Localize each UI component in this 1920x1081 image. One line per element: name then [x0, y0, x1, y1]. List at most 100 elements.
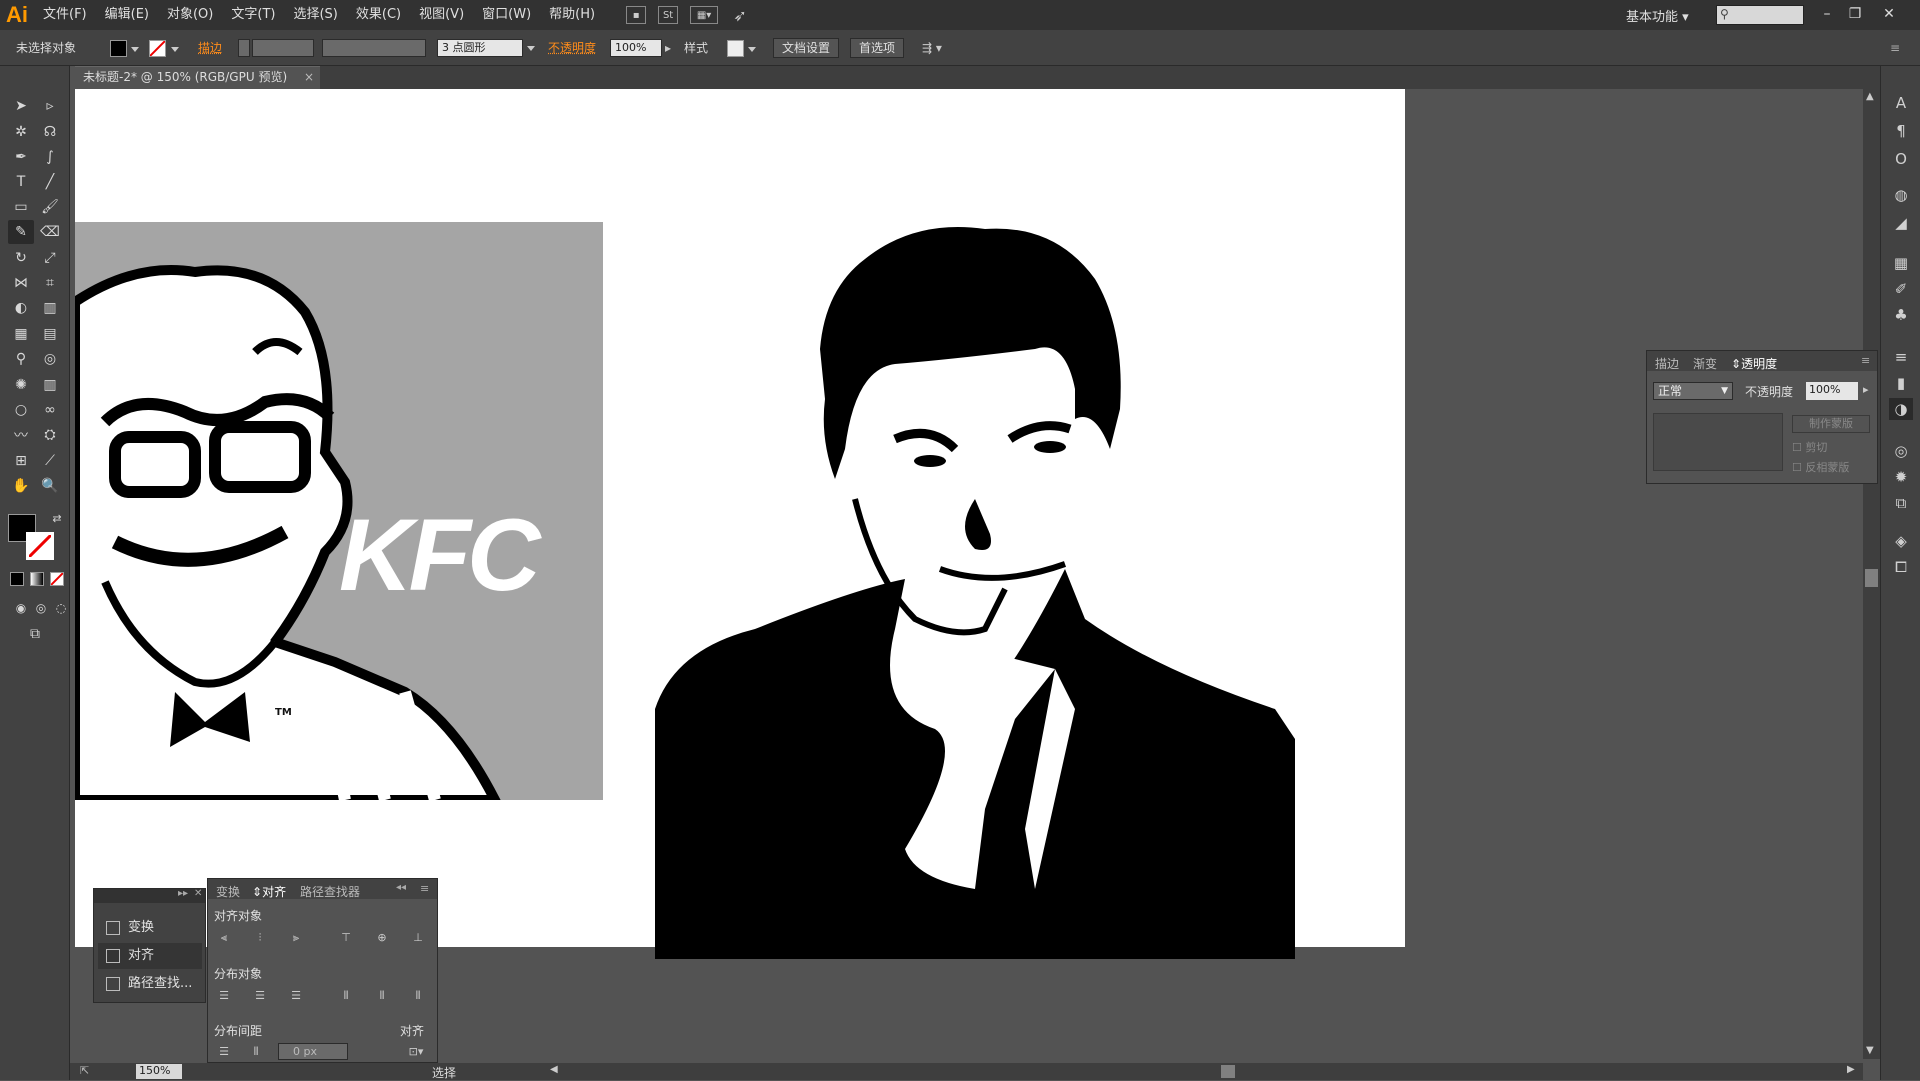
tab-transparency[interactable]: ⇕透明度 [1731, 355, 1777, 372]
zoom-level-input[interactable]: 150% [136, 1064, 182, 1079]
portrait-silhouette[interactable] [655, 149, 1375, 959]
menu-effect[interactable]: 效果(C) [347, 0, 410, 30]
workspace-switcher[interactable]: 基本功能 ▾ [1626, 6, 1689, 25]
transparency-panel-icon[interactable]: ◑ [1889, 398, 1913, 420]
document-setup-button[interactable]: 文档设置 [773, 38, 839, 58]
type-tool-icon[interactable]: T [8, 170, 34, 194]
draw-inside-icon[interactable]: ◌ [48, 596, 74, 620]
menu-window[interactable]: 窗口(W) [473, 0, 540, 30]
symbols-icon[interactable]: ♣ [1889, 304, 1913, 326]
stroke-label[interactable]: 描边 [198, 39, 222, 57]
paintbrush-tool-icon[interactable]: 🖌 [37, 195, 63, 219]
graphic-style-swatch[interactable] [727, 40, 744, 57]
arrange-documents-icon[interactable]: ▦▾ [690, 6, 718, 24]
vertical-scrollbar[interactable]: ▲ ▼ [1863, 89, 1880, 1059]
align-horizontal-center-icon[interactable]: ⫶ [252, 931, 268, 945]
collapse-panel-icon[interactable]: ◂◂ [396, 882, 406, 893]
blend-mode-select[interactable]: 正常 ▼ [1653, 382, 1733, 400]
stroke-color-swatch[interactable] [26, 532, 54, 560]
gradient-tool-icon[interactable]: ▤ [37, 322, 63, 346]
tab-stroke[interactable]: 描边 [1655, 355, 1679, 372]
menu-edit[interactable]: 编辑(E) [96, 0, 158, 30]
character-icon[interactable]: A [1889, 92, 1913, 114]
color-icon[interactable]: ◢ [1889, 212, 1913, 234]
artboards-icon[interactable]: ⧠ [1889, 556, 1913, 578]
pencil-tool-icon[interactable]: ✎ [8, 220, 34, 244]
arrange-icon[interactable]: ⇶ ▾ [922, 39, 942, 57]
scale-tool-icon[interactable]: ⤢ [37, 246, 63, 270]
transparency-opacity-input[interactable]: 100% [1806, 382, 1858, 400]
stroke-swatch[interactable] [149, 40, 166, 57]
vertical-distribute-space-icon[interactable]: ☰ [216, 1045, 232, 1059]
align-to-selection-icon[interactable]: ⊡▾ [404, 1045, 428, 1059]
scroll-thumb-horizontal[interactable] [1221, 1065, 1235, 1078]
distribute-bottom-icon[interactable]: ☰ [288, 989, 304, 1003]
invert-mask-checkbox[interactable]: ☐ 反相蒙版 [1792, 459, 1849, 475]
live-paint-tool-icon[interactable]: ⛭ [37, 423, 63, 447]
chevron-down-icon[interactable] [748, 47, 756, 52]
clip-checkbox[interactable]: ☐ 剪切 [1792, 439, 1827, 455]
paragraph-icon[interactable]: ¶ [1889, 120, 1913, 142]
tab-transform[interactable]: 变换 [216, 883, 240, 900]
zoom-tool-icon[interactable]: 🔍 [37, 474, 63, 498]
distribute-right-icon[interactable]: ⦀ [410, 989, 426, 1003]
free-transform-tool-icon[interactable]: ⌗ [37, 271, 63, 295]
close-tab-icon[interactable]: × [304, 67, 314, 88]
swatches-icon[interactable]: ▦ [1889, 252, 1913, 274]
stroke-weight-stepper[interactable] [238, 39, 250, 57]
rotate-tool-icon[interactable]: ↻ [8, 246, 34, 270]
pen-tool-icon[interactable]: ✒ [8, 145, 34, 169]
gpu-performance-icon[interactable]: ➶ [730, 6, 750, 24]
opacity-label[interactable]: 不透明度 [548, 39, 596, 57]
stroke-panel-icon[interactable]: ≡ [1889, 346, 1913, 368]
distribute-top-icon[interactable]: ☰ [216, 989, 232, 1003]
menu-view[interactable]: 视图(V) [410, 0, 473, 30]
symbol-sprayer-tool-icon[interactable]: ✺ [8, 373, 34, 397]
graphic-styles-icon[interactable]: ✹ [1889, 466, 1913, 488]
shape-builder-tool-icon[interactable]: ◐ [8, 296, 34, 320]
align-left-icon[interactable]: ⫷ [216, 931, 232, 945]
help-search-input[interactable]: ⚲ [1716, 5, 1804, 25]
appearance-icon[interactable]: ◎ [1889, 440, 1913, 462]
tab-gradient[interactable]: 渐变 [1693, 355, 1717, 372]
line-tool-icon[interactable]: ╱ [37, 170, 63, 194]
spacing-input[interactable]: 0 px [278, 1043, 348, 1060]
panel-menu-icon[interactable]: ≡ [1861, 354, 1870, 367]
mesh-tool-icon[interactable]: ▦ [8, 322, 34, 346]
lasso-tool-icon[interactable]: ☊ [37, 120, 63, 144]
align-top-icon[interactable]: ⊤ [338, 931, 354, 945]
panel-menu-icon[interactable]: ≡ [420, 882, 429, 895]
opacity-arrow-icon[interactable]: ▸ [1863, 383, 1869, 396]
selection-tool-icon[interactable]: ➤ [8, 94, 34, 118]
none-mode-icon[interactable] [50, 572, 64, 586]
hand-tool-icon[interactable]: ✋ [8, 474, 34, 498]
swap-colors-icon[interactable]: ⇄ [44, 506, 70, 530]
tab-pathfinder[interactable]: 路径查找器 [300, 883, 360, 900]
stock-icon[interactable]: St [658, 6, 678, 24]
chevron-down-icon[interactable] [131, 47, 139, 52]
scroll-down-icon[interactable]: ▼ [1866, 1045, 1874, 1056]
expand-panel-icon[interactable]: ▸▸ [178, 888, 188, 899]
menu-select[interactable]: 选择(S) [284, 0, 346, 30]
artboard[interactable]: KFC TM [75, 89, 1405, 947]
stroke-weight-input[interactable] [252, 39, 314, 57]
perspective-grid-tool-icon[interactable]: ▥ [37, 296, 63, 320]
rectangle-tool-icon[interactable]: ▭ [8, 195, 34, 219]
ellipse-tool-icon[interactable]: ○ [8, 398, 34, 422]
shaper-tool-icon[interactable]: ∞ [37, 398, 63, 422]
distribute-left-icon[interactable]: ⦀ [338, 989, 354, 1003]
menu-file[interactable]: 文件(F) [34, 0, 96, 30]
close-panel-icon[interactable]: ✕ [194, 888, 202, 899]
opacity-input[interactable]: 100% [610, 39, 662, 57]
menu-type[interactable]: 文字(T) [222, 0, 284, 30]
artboard-nav-icon[interactable]: ⇱ [80, 1064, 89, 1077]
chevron-down-icon[interactable] [527, 46, 535, 51]
scroll-up-icon[interactable]: ▲ [1866, 91, 1874, 102]
opentype-icon[interactable]: O [1889, 148, 1913, 170]
minimize-button[interactable]: – [1814, 3, 1840, 25]
eyedropper-tool-icon[interactable]: ⚲ [8, 347, 34, 371]
tab-document[interactable]: 未标题-2* @ 150% (RGB/GPU 预览) × [75, 66, 320, 89]
variable-width-profile[interactable] [322, 39, 426, 57]
asset-export-icon[interactable]: ⧉ [1889, 492, 1913, 514]
scroll-thumb[interactable] [1865, 569, 1878, 587]
